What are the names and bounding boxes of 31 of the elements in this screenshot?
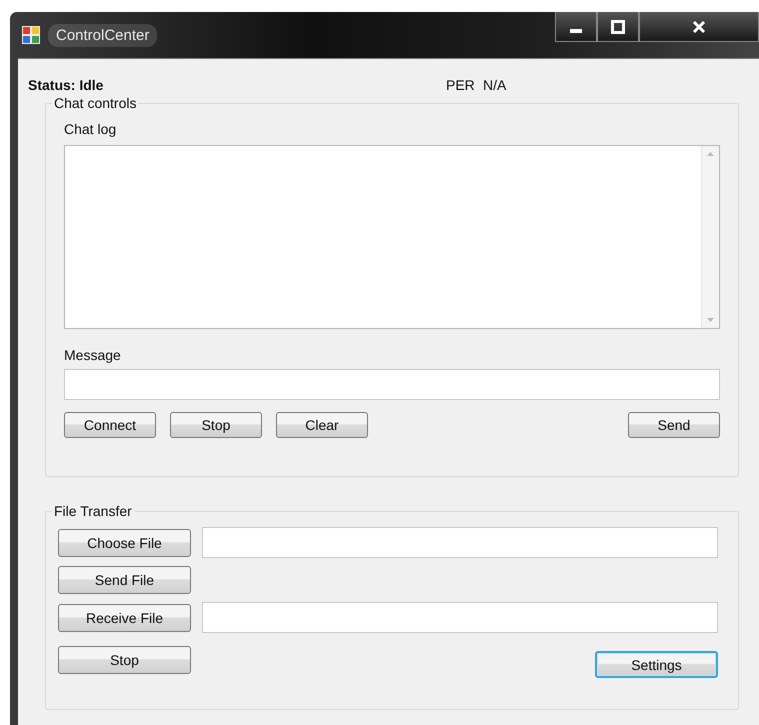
- app-icon: [22, 26, 40, 44]
- choose-file-button[interactable]: Choose File: [58, 528, 191, 556]
- clear-button[interactable]: Clear: [276, 412, 368, 438]
- message-label: Message: [64, 347, 122, 365]
- chat-log-field[interactable]: [64, 145, 720, 329]
- chat-log-label: Chat log: [64, 121, 118, 139]
- minimize-icon: [570, 28, 582, 32]
- file-path-field[interactable]: [202, 602, 718, 633]
- per-value: N/A: [483, 77, 506, 95]
- maximize-icon: [611, 20, 625, 34]
- scrollbar[interactable]: [701, 146, 719, 328]
- close-button[interactable]: [639, 12, 759, 42]
- send-file-button[interactable]: Send File: [58, 566, 191, 594]
- stop-button[interactable]: Stop: [58, 646, 191, 674]
- file-path-field[interactable]: [202, 527, 718, 558]
- connect-button[interactable]: Connect: [64, 412, 156, 438]
- group-title: File Transfer: [53, 503, 133, 519]
- per-label: PER: [446, 77, 476, 95]
- settings-button[interactable]: Settings: [595, 651, 718, 678]
- scroll-up-icon: [707, 152, 714, 156]
- status-label: Status: Idle: [28, 77, 104, 95]
- minimize-button[interactable]: [555, 12, 597, 42]
- message-field[interactable]: [64, 369, 720, 400]
- group-title: Chat controls: [53, 95, 138, 111]
- receive-file-button[interactable]: Receive File: [58, 604, 191, 632]
- send-button[interactable]: Send: [628, 412, 720, 438]
- stop-button[interactable]: Stop: [170, 412, 262, 438]
- close-icon: [692, 20, 706, 34]
- window-title: ControlCenter: [48, 24, 158, 46]
- maximize-button[interactable]: [597, 12, 639, 42]
- scroll-down-icon: [707, 318, 714, 322]
